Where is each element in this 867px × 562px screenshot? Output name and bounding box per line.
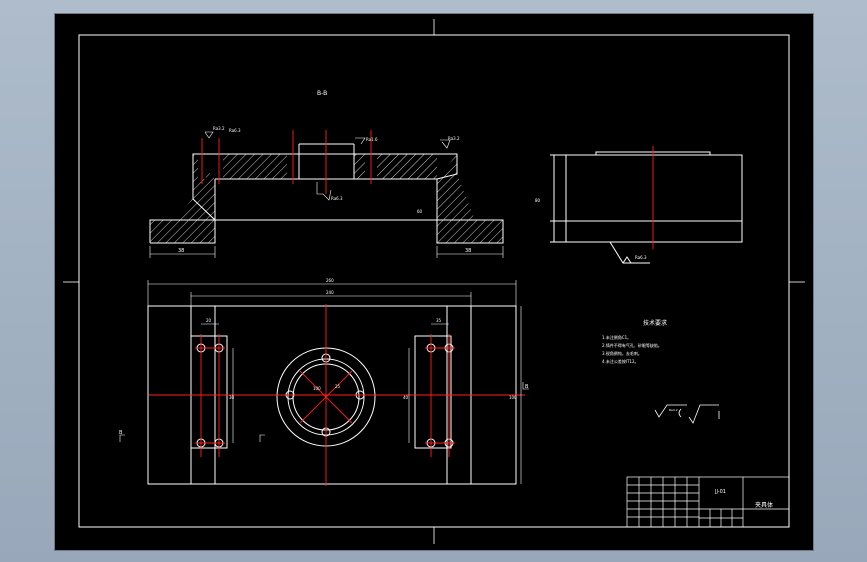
dim-right-base: 38	[465, 248, 471, 254]
title-code: JJ-01	[714, 489, 726, 495]
surface-roughness-symbol	[654, 404, 720, 424]
side-view	[550, 151, 743, 264]
dim-hole-pitch-right: 35	[436, 318, 442, 323]
dim-left-base: 38	[178, 248, 184, 254]
outer-border	[78, 34, 790, 528]
dim-width-right: 40	[403, 395, 409, 400]
roughness-2: Ra6.3	[229, 128, 241, 133]
view-marker-right: B	[525, 384, 529, 390]
dim-inner-length: 240	[326, 290, 334, 295]
notes-title: 技术要求	[643, 319, 667, 327]
dim-overall-length: 260	[326, 278, 334, 283]
view-marker-left: B	[119, 430, 123, 436]
note-2: 2.铸件不得有气孔、砂眼等缺陷。	[602, 342, 662, 348]
title-drawing-name: 夹具体	[755, 501, 773, 509]
note-3: 3.锐角倒钝，去毛刺。	[602, 350, 642, 356]
dim-hole-pitch-left: 20	[206, 318, 212, 323]
drawing-svg: B-B 38 38 60 Ra3.2 Ra6.3 Ra1.6 Ra3.2 Ra6…	[63, 19, 805, 544]
dim-bore: 25	[335, 384, 341, 389]
drawing-canvas[interactable]: B-B 38 38 60 Ra3.2 Ra6.3 Ra1.6 Ra3.2 Ra6…	[54, 13, 814, 551]
roughness-4: Ra3.2	[448, 136, 460, 141]
section-label: B-B	[317, 90, 327, 97]
roughness-6: Ra6.3	[635, 255, 647, 260]
note-1: 1.未注倒角C1。	[602, 334, 631, 340]
roughness-7: Ra3.2	[669, 408, 678, 412]
dim-side-height: 80	[535, 198, 541, 203]
note-4: 4.未注公差按IT12。	[602, 358, 639, 364]
dim-width-left: 30	[229, 395, 235, 400]
front-section-view	[149, 143, 504, 244]
roughness-3: Ra1.6	[366, 137, 378, 142]
frame-ticks	[63, 19, 805, 544]
roughness-1: Ra3.2	[213, 126, 225, 131]
dim-overall-width: 100	[509, 395, 517, 400]
cad-viewport: B-B 38 38 60 Ra3.2 Ra6.3 Ra1.6 Ra3.2 Ra6…	[0, 0, 867, 562]
top-center-lines	[149, 304, 525, 486]
roughness-5: Ra6.3	[331, 196, 343, 201]
dim-circle: 100	[313, 386, 321, 391]
dim-height: 60	[417, 209, 423, 214]
top-dimensions	[119, 280, 529, 484]
